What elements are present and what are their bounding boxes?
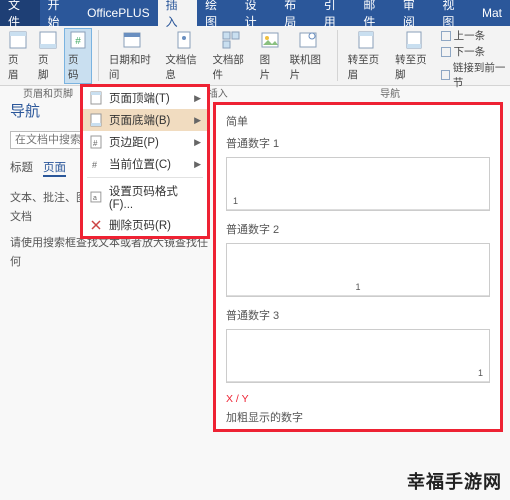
tab-references[interactable]: 引用: [316, 0, 356, 26]
menu-page-top[interactable]: 页面顶端(T) ▶: [83, 87, 207, 109]
chevron-right-icon: ▶: [194, 159, 201, 170]
menu-current-pos[interactable]: # 当前位置(C) ▶: [83, 153, 207, 175]
gotofooter-icon: [404, 30, 424, 50]
onlinepic-icon: [298, 30, 318, 50]
gallery-item-plain1[interactable]: 1: [226, 157, 490, 211]
group-header-footer: 页眉和页脚: [4, 84, 92, 101]
tab-layout[interactable]: 布局: [276, 0, 316, 26]
btn-gotoheader[interactable]: 转至页眉: [344, 28, 390, 84]
btn-footer[interactable]: 页脚: [34, 28, 62, 84]
gallery-item-bold[interactable]: [226, 429, 490, 432]
square-icon: [441, 47, 451, 57]
gotoheader-icon: [356, 30, 376, 50]
ribbon-body: 页眉 页脚 # 页码 页眉和页脚 日期和时间 文档信息: [0, 26, 510, 86]
tab-draw[interactable]: 绘图: [197, 0, 237, 26]
current-pos-icon: #: [89, 157, 103, 171]
tab-mailings[interactable]: 邮件: [355, 0, 395, 26]
sample-number: 1: [478, 368, 483, 378]
nav-link[interactable]: 链接到前一节: [441, 60, 510, 90]
page-margin-icon: #: [89, 135, 103, 149]
format-icon: a: [89, 190, 103, 204]
tab-officeplus[interactable]: OfficePLUS: [79, 0, 157, 26]
pagenum-gallery: 简单 普通数字 1 1 普通数字 2 1 普通数字 3 1 X / Y 加粗显示…: [213, 102, 503, 432]
btn-onlinepic[interactable]: 联机图片: [286, 28, 331, 84]
page-top-icon: [89, 91, 103, 105]
gallery-section-bold: 加粗显示的数字: [226, 409, 490, 425]
footer-icon: [38, 30, 58, 50]
pagenum-dropdown: 页面顶端(T) ▶ 页面底端(B) ▶ # 页边距(P) ▶ # 当前位置(C)…: [80, 84, 210, 239]
remove-icon: [89, 218, 103, 232]
datetime-icon: [122, 30, 142, 50]
nav-quick-list: 上一条 下一条 链接到前一节: [441, 26, 510, 85]
tab-design[interactable]: 设计: [237, 0, 277, 26]
menu-page-margin[interactable]: # 页边距(P) ▶: [83, 131, 207, 153]
docinfo-icon: [174, 30, 194, 50]
gallery-item-plain3[interactable]: 1: [226, 329, 490, 383]
svg-text:a: a: [93, 195, 97, 202]
docparts-icon: [221, 30, 241, 50]
header-icon: [8, 30, 28, 50]
gallery-item-plain2-label: 普通数字 2: [226, 221, 490, 237]
btn-docinfo[interactable]: 文档信息: [161, 28, 206, 84]
chevron-right-icon: ▶: [194, 93, 201, 104]
menu-separator: [87, 177, 203, 178]
gallery-section-simple: 简单: [226, 113, 490, 129]
ribbon-tabs: 文件 开始 OfficePLUS 插入 绘图 设计 布局 引用 邮件 审阅 视图…: [0, 0, 510, 26]
nav-prev[interactable]: 上一条: [441, 28, 510, 43]
sample-footline: [227, 295, 489, 296]
tab-view[interactable]: 视图: [434, 0, 474, 26]
tab-review[interactable]: 审阅: [395, 0, 435, 26]
sample-number: 1: [233, 196, 238, 206]
menu-page-bottom[interactable]: 页面底端(B) ▶: [83, 109, 207, 131]
svg-text:#: #: [92, 160, 97, 170]
btn-gotofooter[interactable]: 转至页脚: [391, 28, 437, 84]
menu-format[interactable]: a 设置页码格式(F)...: [83, 180, 207, 214]
tab-home[interactable]: 开始: [40, 0, 80, 26]
btn-pagenum[interactable]: # 页码: [64, 28, 92, 84]
tab-file[interactable]: 文件: [0, 0, 40, 26]
picture-icon: [260, 30, 280, 50]
chevron-right-icon: ▶: [194, 137, 201, 148]
btn-picture[interactable]: 图片: [256, 28, 284, 84]
btn-datetime[interactable]: 日期和时间: [105, 28, 159, 84]
separator: [337, 30, 338, 81]
chevron-right-icon: ▶: [194, 115, 201, 126]
nav-tab-headings[interactable]: 标题: [10, 159, 33, 177]
menu-remove[interactable]: 删除页码(R): [83, 214, 207, 236]
nav-tab-pages[interactable]: 页面: [43, 159, 66, 177]
btn-docparts[interactable]: 文档部件: [208, 28, 253, 84]
page-bottom-icon: [89, 113, 103, 127]
group-nav: 导航: [344, 84, 437, 101]
sample-footline: [227, 209, 489, 210]
svg-text:#: #: [93, 139, 98, 148]
sample-footline: [227, 381, 489, 382]
nav-desc-2: 请使用搜索框查找文本或者放大镜查找任何: [10, 234, 210, 271]
square-icon: [441, 70, 450, 80]
separator: [98, 30, 99, 81]
svg-text:#: #: [75, 36, 81, 47]
tab-mat[interactable]: Mat: [474, 0, 510, 26]
gallery-section-xy: X / Y: [226, 393, 490, 405]
gallery-item-plain3-label: 普通数字 3: [226, 307, 490, 323]
nav-next[interactable]: 下一条: [441, 44, 510, 59]
gallery-item-plain1-label: 普通数字 1: [226, 135, 490, 151]
sample-number: 1: [355, 282, 360, 292]
pagenum-icon: #: [68, 30, 88, 50]
btn-header[interactable]: 页眉: [4, 28, 32, 84]
square-icon: [441, 31, 451, 41]
gallery-item-plain2[interactable]: 1: [226, 243, 490, 297]
watermark: 幸福手游网: [407, 468, 502, 494]
tab-insert[interactable]: 插入: [158, 0, 198, 26]
